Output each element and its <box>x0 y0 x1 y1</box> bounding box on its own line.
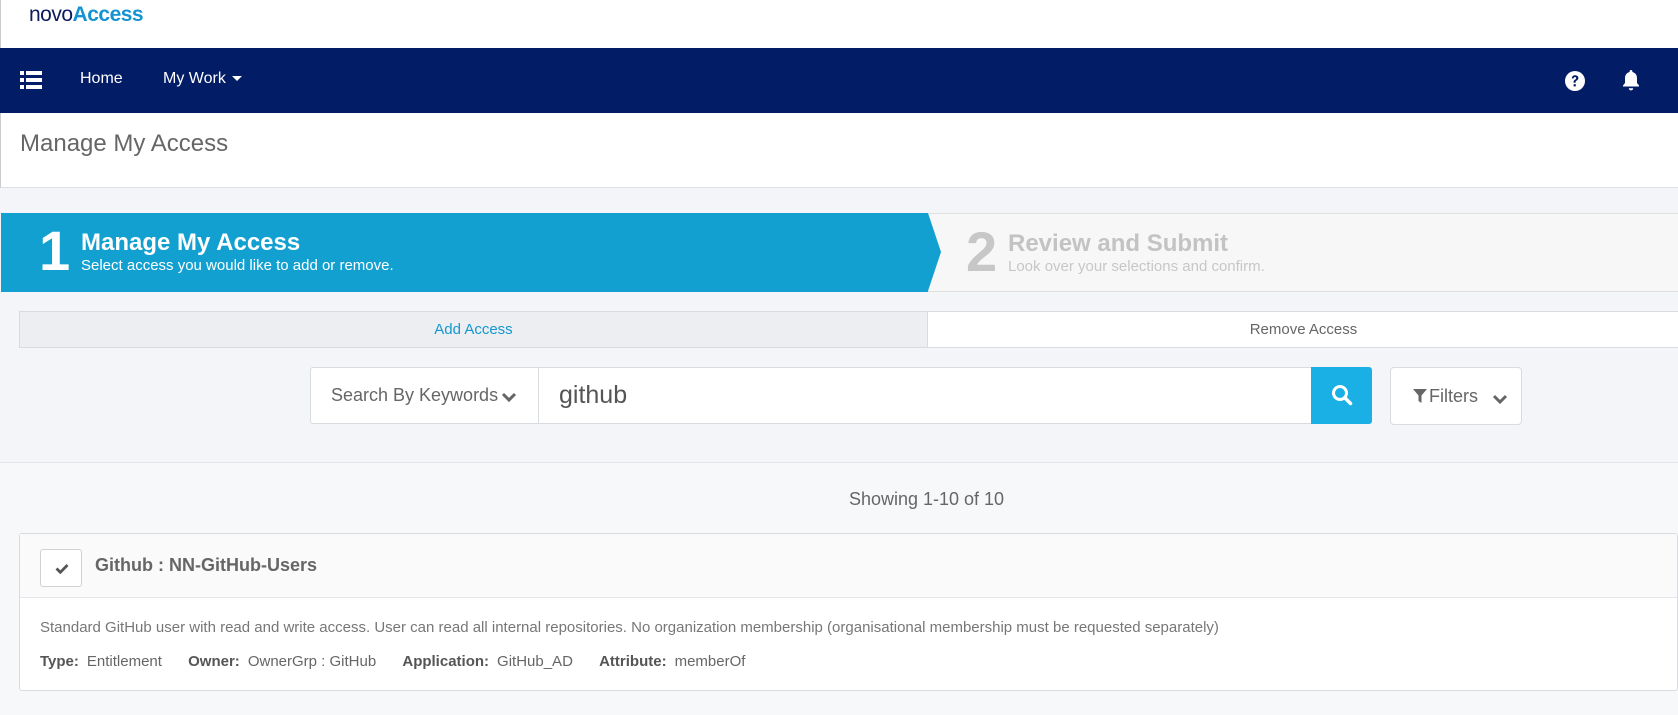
filters-button[interactable]: Filters <box>1390 367 1522 425</box>
search-input[interactable] <box>540 368 1311 423</box>
meta-attribute-label: Attribute: <box>599 653 667 670</box>
result-title[interactable]: Github : NN-GitHub-Users <box>95 555 317 576</box>
filter-icon <box>1413 389 1427 408</box>
nav-my-work-label: My Work <box>163 70 226 87</box>
search-button[interactable] <box>1311 367 1372 424</box>
caret-down-icon <box>231 76 242 82</box>
step-manage-access[interactable]: 1 Manage My Access Select access you wou… <box>1 213 928 292</box>
brand-logo-suffix: Access <box>72 3 144 26</box>
meta-owner-label: Owner: <box>188 653 240 670</box>
list-menu-icon[interactable] <box>20 70 42 90</box>
meta-application-label: Application: <box>402 653 490 670</box>
nav-my-work-dropdown[interactable]: My Work <box>163 70 242 88</box>
step-subtitle: Look over your selections and confirm. <box>1008 258 1265 275</box>
help-icon[interactable] <box>1564 70 1586 97</box>
meta-attribute-value: memberOf <box>674 653 746 670</box>
page-header: Manage My Access <box>0 113 1678 188</box>
meta-type-value: Entitlement <box>86 653 162 670</box>
top-navigation: Home My Work <box>0 48 1678 113</box>
meta-type-label: Type: <box>40 653 79 670</box>
logo-bar: novoAccess <box>0 0 1678 48</box>
search-type-label: Search By Keywords <box>331 385 499 405</box>
chevron-down-icon <box>1492 392 1508 410</box>
wizard-stepper: 1 Manage My Access Select access you wou… <box>1 213 1678 292</box>
results-count: Showing 1-10 of 10 <box>848 489 1005 509</box>
result-card-header: Github : NN-GitHub-Users <box>20 534 1677 598</box>
chevron-down-icon <box>501 390 517 408</box>
search-bar: Search By Keywords <box>310 367 1372 424</box>
brand-logo[interactable]: novoAccess <box>29 3 144 27</box>
result-card: Github : NN-GitHub-Users Standard GitHub… <box>19 533 1678 691</box>
step-title: Review and Submit <box>1008 230 1229 257</box>
access-tabs: Add Access Remove Access <box>19 311 1678 348</box>
meta-owner-value: OwnerGrp : GitHub <box>247 653 377 670</box>
filters-label: Filters <box>1429 386 1478 406</box>
nav-home-link[interactable]: Home <box>80 70 123 88</box>
select-checkbox[interactable] <box>40 549 82 587</box>
page-title: Manage My Access <box>20 130 229 157</box>
brand-logo-prefix: novo <box>29 3 73 26</box>
step-arrow <box>928 213 941 291</box>
step-subtitle: Select access you would like to add or r… <box>81 257 394 274</box>
step-number: 1 <box>39 219 71 282</box>
tab-add-access[interactable]: Add Access <box>20 312 928 347</box>
result-meta: Type: Entitlement Owner: OwnerGrp : GitHub… <box>40 653 767 670</box>
step-title: Manage My Access <box>81 229 301 256</box>
step-number: 2 <box>966 220 998 283</box>
result-description: Standard GitHub user with read and write… <box>40 619 1219 636</box>
tab-remove-access[interactable]: Remove Access <box>928 312 1678 347</box>
meta-application-value: GitHub_AD <box>497 653 573 670</box>
bell-icon[interactable] <box>1620 68 1642 97</box>
step-review-submit[interactable]: 2 Review and Submit Look over your selec… <box>928 213 1678 292</box>
search-type-dropdown[interactable]: Search By Keywords <box>311 368 539 423</box>
